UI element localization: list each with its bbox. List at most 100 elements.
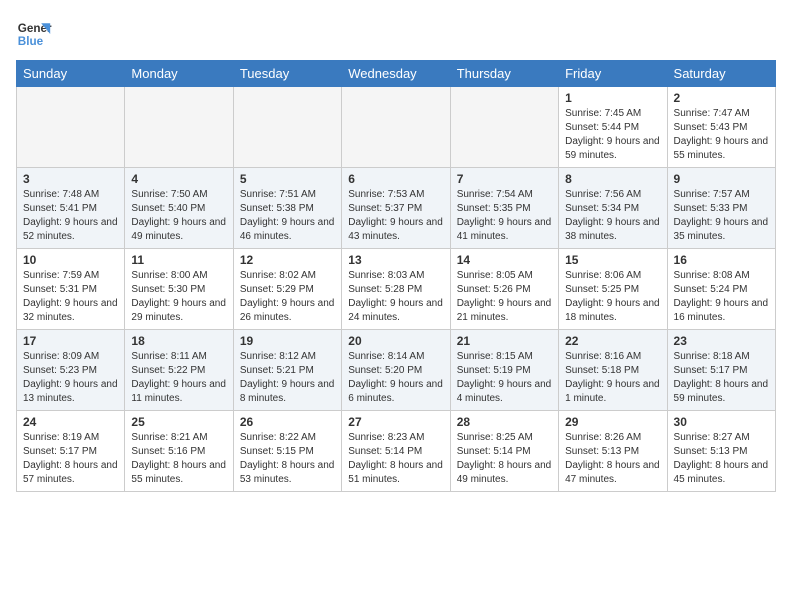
calendar-cell bbox=[342, 87, 450, 168]
day-info: Sunrise: 8:21 AMSunset: 5:16 PMDaylight:… bbox=[131, 431, 226, 487]
day-number: 3 bbox=[23, 172, 118, 186]
calendar-cell: 16 Sunrise: 8:08 AMSunset: 5:24 PMDayligh… bbox=[667, 249, 775, 330]
page-header: General Blue bbox=[16, 16, 776, 52]
day-info: Sunrise: 7:57 AMSunset: 5:33 PMDaylight:… bbox=[674, 188, 769, 244]
day-number: 2 bbox=[674, 91, 769, 105]
calendar-cell: 3Sunrise: 7:48 AMSunset: 5:41 PMDaylight… bbox=[17, 168, 125, 249]
day-info: Sunrise: 8:15 AMSunset: 5:19 PMDaylight:… bbox=[457, 350, 552, 406]
calendar-cell: 23Sunrise: 8:18 AMSunset: 5:17 PMDayligh… bbox=[667, 330, 775, 411]
calendar-cell: 15 Sunrise: 8:06 AMSunset: 5:25 PMDayligh… bbox=[559, 249, 667, 330]
day-number: 9 bbox=[674, 172, 769, 186]
calendar-body: 1 Sunrise: 7:45 AMSunset: 5:44 PMDaylight… bbox=[17, 87, 776, 492]
day-number: 30 bbox=[674, 415, 769, 429]
calendar-cell bbox=[233, 87, 341, 168]
calendar-cell: 29 Sunrise: 8:26 AMSunset: 5:13 PMDayligh… bbox=[559, 411, 667, 492]
day-number: 14 bbox=[457, 253, 552, 267]
calendar-cell bbox=[17, 87, 125, 168]
day-number: 19 bbox=[240, 334, 335, 348]
calendar-cell: 8 Sunrise: 7:56 AMSunset: 5:34 PMDaylight… bbox=[559, 168, 667, 249]
day-number: 22 bbox=[565, 334, 660, 348]
calendar-cell: 6 Sunrise: 7:53 AMSunset: 5:37 PMDaylight… bbox=[342, 168, 450, 249]
day-number: 24 bbox=[23, 415, 118, 429]
calendar-cell: 5 Sunrise: 7:51 AMSunset: 5:38 PMDaylight… bbox=[233, 168, 341, 249]
day-number: 8 bbox=[565, 172, 660, 186]
day-number: 20 bbox=[348, 334, 443, 348]
day-number: 23 bbox=[674, 334, 769, 348]
day-info: Sunrise: 8:19 AMSunset: 5:17 PMDaylight:… bbox=[23, 431, 118, 487]
col-header-wednesday: Wednesday bbox=[342, 61, 450, 87]
day-number: 7 bbox=[457, 172, 552, 186]
calendar-cell: 27 Sunrise: 8:23 AMSunset: 5:14 PMDayligh… bbox=[342, 411, 450, 492]
day-info: Sunrise: 8:12 AMSunset: 5:21 PMDaylight:… bbox=[240, 350, 335, 406]
calendar-week-4: 17 Sunrise: 8:09 AMSunset: 5:23 PMDayligh… bbox=[17, 330, 776, 411]
calendar-cell: 22 Sunrise: 8:16 AMSunset: 5:18 PMDayligh… bbox=[559, 330, 667, 411]
day-number: 11 bbox=[131, 253, 226, 267]
day-number: 13 bbox=[348, 253, 443, 267]
day-info: Sunrise: 7:56 AMSunset: 5:34 PMDaylight:… bbox=[565, 188, 660, 244]
calendar-cell: 9 Sunrise: 7:57 AMSunset: 5:33 PMDaylight… bbox=[667, 168, 775, 249]
day-number: 6 bbox=[348, 172, 443, 186]
day-info: Sunrise: 8:09 AMSunset: 5:23 PMDaylight:… bbox=[23, 350, 118, 406]
calendar-cell: 4Sunrise: 7:50 AMSunset: 5:40 PMDaylight… bbox=[125, 168, 233, 249]
day-number: 4 bbox=[131, 172, 226, 186]
day-info: Sunrise: 7:51 AMSunset: 5:38 PMDaylight:… bbox=[240, 188, 335, 244]
calendar-cell: 19 Sunrise: 8:12 AMSunset: 5:21 PMDayligh… bbox=[233, 330, 341, 411]
calendar-cell: 17 Sunrise: 8:09 AMSunset: 5:23 PMDayligh… bbox=[17, 330, 125, 411]
calendar-cell: 25 Sunrise: 8:21 AMSunset: 5:16 PMDayligh… bbox=[125, 411, 233, 492]
calendar-cell: 24 Sunrise: 8:19 AMSunset: 5:17 PMDayligh… bbox=[17, 411, 125, 492]
day-info: Sunrise: 8:27 AMSunset: 5:13 PMDaylight:… bbox=[674, 431, 769, 487]
col-header-saturday: Saturday bbox=[667, 61, 775, 87]
day-number: 27 bbox=[348, 415, 443, 429]
day-number: 17 bbox=[23, 334, 118, 348]
day-info: Sunrise: 7:47 AMSunset: 5:43 PMDaylight:… bbox=[674, 107, 769, 163]
calendar-cell: 21 Sunrise: 8:15 AMSunset: 5:19 PMDayligh… bbox=[450, 330, 558, 411]
calendar-week-1: 1 Sunrise: 7:45 AMSunset: 5:44 PMDaylight… bbox=[17, 87, 776, 168]
day-info: Sunrise: 8:00 AMSunset: 5:30 PMDaylight:… bbox=[131, 269, 226, 325]
day-number: 18 bbox=[131, 334, 226, 348]
logo: General Blue bbox=[16, 16, 52, 52]
day-info: Sunrise: 8:11 AMSunset: 5:22 PMDaylight:… bbox=[131, 350, 226, 406]
calendar-cell: 10Sunrise: 7:59 AMSunset: 5:31 PMDayligh… bbox=[17, 249, 125, 330]
col-header-thursday: Thursday bbox=[450, 61, 558, 87]
day-info: Sunrise: 8:05 AMSunset: 5:26 PMDaylight:… bbox=[457, 269, 552, 325]
calendar-table: SundayMondayTuesdayWednesdayThursdayFrid… bbox=[16, 60, 776, 492]
day-info: Sunrise: 8:06 AMSunset: 5:25 PMDaylight:… bbox=[565, 269, 660, 325]
calendar-week-5: 24 Sunrise: 8:19 AMSunset: 5:17 PMDayligh… bbox=[17, 411, 776, 492]
calendar-cell: 12Sunrise: 8:02 AMSunset: 5:29 PMDayligh… bbox=[233, 249, 341, 330]
calendar-week-2: 3Sunrise: 7:48 AMSunset: 5:41 PMDaylight… bbox=[17, 168, 776, 249]
day-number: 25 bbox=[131, 415, 226, 429]
day-number: 29 bbox=[565, 415, 660, 429]
logo-icon: General Blue bbox=[16, 16, 52, 52]
calendar-cell: 30 Sunrise: 8:27 AMSunset: 5:13 PMDayligh… bbox=[667, 411, 775, 492]
col-header-monday: Monday bbox=[125, 61, 233, 87]
day-number: 5 bbox=[240, 172, 335, 186]
calendar-cell bbox=[450, 87, 558, 168]
day-info: Sunrise: 7:53 AMSunset: 5:37 PMDaylight:… bbox=[348, 188, 443, 244]
calendar-cell: 26Sunrise: 8:22 AMSunset: 5:15 PMDayligh… bbox=[233, 411, 341, 492]
col-header-friday: Friday bbox=[559, 61, 667, 87]
day-number: 1 bbox=[565, 91, 660, 105]
calendar-header: SundayMondayTuesdayWednesdayThursdayFrid… bbox=[17, 61, 776, 87]
svg-text:Blue: Blue bbox=[18, 35, 44, 48]
day-info: Sunrise: 8:03 AMSunset: 5:28 PMDaylight:… bbox=[348, 269, 443, 325]
calendar-cell: 13 Sunrise: 8:03 AMSunset: 5:28 PMDayligh… bbox=[342, 249, 450, 330]
day-info: Sunrise: 8:26 AMSunset: 5:13 PMDaylight:… bbox=[565, 431, 660, 487]
day-info: Sunrise: 8:08 AMSunset: 5:24 PMDaylight:… bbox=[674, 269, 769, 325]
day-number: 15 bbox=[565, 253, 660, 267]
day-number: 21 bbox=[457, 334, 552, 348]
day-info: Sunrise: 7:45 AMSunset: 5:44 PMDaylight:… bbox=[565, 107, 660, 163]
calendar-cell: 2 Sunrise: 7:47 AMSunset: 5:43 PMDaylight… bbox=[667, 87, 775, 168]
header-row: SundayMondayTuesdayWednesdayThursdayFrid… bbox=[17, 61, 776, 87]
day-info: Sunrise: 8:23 AMSunset: 5:14 PMDaylight:… bbox=[348, 431, 443, 487]
calendar-cell: 7Sunrise: 7:54 AMSunset: 5:35 PMDaylight… bbox=[450, 168, 558, 249]
day-info: Sunrise: 8:16 AMSunset: 5:18 PMDaylight:… bbox=[565, 350, 660, 406]
calendar-cell: 14 Sunrise: 8:05 AMSunset: 5:26 PMDayligh… bbox=[450, 249, 558, 330]
col-header-sunday: Sunday bbox=[17, 61, 125, 87]
calendar-week-3: 10Sunrise: 7:59 AMSunset: 5:31 PMDayligh… bbox=[17, 249, 776, 330]
day-number: 16 bbox=[674, 253, 769, 267]
calendar-cell: 11 Sunrise: 8:00 AMSunset: 5:30 PMDayligh… bbox=[125, 249, 233, 330]
day-info: Sunrise: 8:22 AMSunset: 5:15 PMDaylight:… bbox=[240, 431, 335, 487]
day-info: Sunrise: 8:14 AMSunset: 5:20 PMDaylight:… bbox=[348, 350, 443, 406]
calendar-cell: 1 Sunrise: 7:45 AMSunset: 5:44 PMDaylight… bbox=[559, 87, 667, 168]
calendar-cell: 20 Sunrise: 8:14 AMSunset: 5:20 PMDayligh… bbox=[342, 330, 450, 411]
